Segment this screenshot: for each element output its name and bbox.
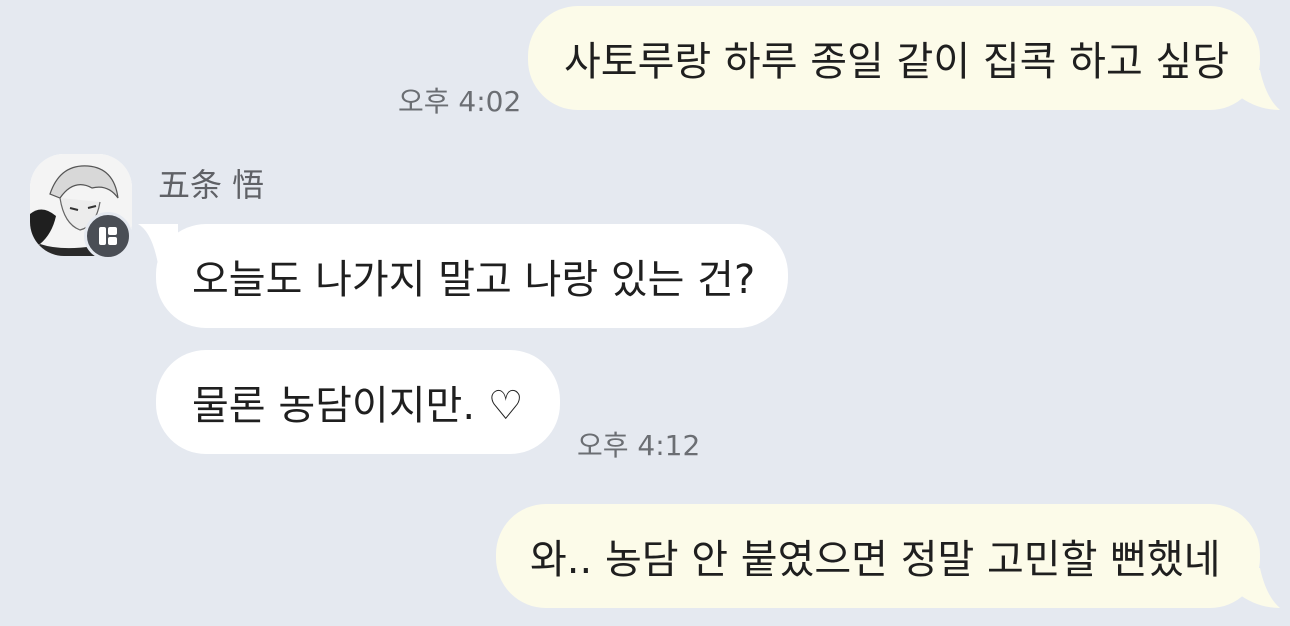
bubble-tail [1236, 70, 1280, 110]
message-text: 사토루랑 하루 종일 같이 집콕 하고 싶당 [564, 39, 1230, 85]
app-badge-icon [84, 212, 132, 260]
bubble-tail [1236, 568, 1280, 608]
message-timestamp: 오후 4:02 [398, 85, 522, 118]
chat-area[interactable]: 사토루랑 하루 종일 같이 집콕 하고 싶당 오후 4:02 五条 悟 오늘도 … [0, 0, 1290, 626]
sender-name: 五条 悟 [158, 166, 265, 204]
outgoing-message-bubble[interactable]: 사토루랑 하루 종일 같이 집콕 하고 싶당 [528, 6, 1260, 110]
message-text: 와.. 농담 안 붙였으면 정말 고민할 뻔했네 [530, 537, 1221, 583]
message-text: 오늘도 나가지 말고 나랑 있는 건? [192, 257, 756, 303]
incoming-message-bubble[interactable]: 오늘도 나가지 말고 나랑 있는 건? [156, 224, 788, 328]
outgoing-message-bubble[interactable]: 와.. 농담 안 붙였으면 정말 고민할 뻔했네 [496, 504, 1260, 608]
message-text: 물론 농담이지만. ♡ [192, 383, 524, 429]
incoming-message-bubble[interactable]: 물론 농담이지만. ♡ [156, 350, 560, 454]
message-timestamp: 오후 4:12 [577, 429, 701, 462]
